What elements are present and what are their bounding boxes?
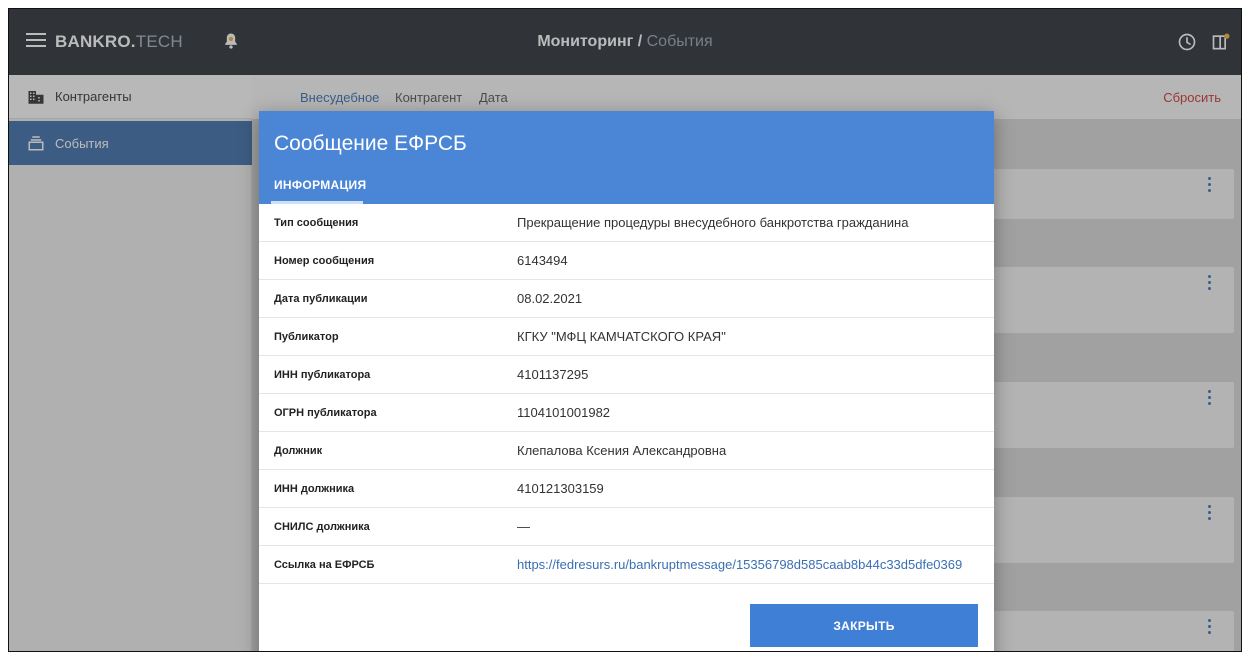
info-key: СНИЛС должника xyxy=(274,520,370,533)
info-row: СНИЛС должника — xyxy=(259,508,994,546)
tab-information[interactable]: ИНФОРМАЦИЯ xyxy=(274,178,366,192)
info-row: ИНН публикатора 4101137295 xyxy=(259,356,994,394)
dialog-header: Сообщение ЕФРСБ ИНФОРМАЦИЯ xyxy=(259,111,994,204)
info-key: ОГРН публикатора xyxy=(274,406,377,419)
info-key: Тип сообщения xyxy=(274,216,359,229)
dialog-title: Сообщение ЕФРСБ xyxy=(274,132,467,155)
info-value: КГКУ "МФЦ КАМЧАТСКОГО КРАЯ" xyxy=(517,329,726,344)
info-key: Ссылка на ЕФРСБ xyxy=(274,558,375,571)
app-window: BANKRO.TECH Мониторинг / События Контраг… xyxy=(8,8,1242,652)
info-row: Должник Клепалова Ксения Александровна xyxy=(259,432,994,470)
info-row: ОГРН публикатора 1104101001982 xyxy=(259,394,994,432)
info-value: 1104101001982 xyxy=(517,405,611,420)
info-table: Тип сообщения Прекращение процедуры внес… xyxy=(259,204,994,584)
info-key: Номер сообщения xyxy=(274,254,375,267)
info-value: — xyxy=(517,519,530,534)
info-row: ИНН должника 410121303159 xyxy=(259,470,994,508)
info-key: Публикатор xyxy=(274,330,339,343)
efrsb-message-dialog: Сообщение ЕФРСБ ИНФОРМАЦИЯ Тип сообщения… xyxy=(259,111,994,651)
info-key: Должник xyxy=(274,444,323,457)
info-value: Прекращение процедуры внесудебного банкр… xyxy=(517,215,909,230)
info-row: Дата публикации 08.02.2021 xyxy=(259,280,994,318)
info-row: Тип сообщения Прекращение процедуры внес… xyxy=(259,204,994,242)
info-row: Номер сообщения 6143494 xyxy=(259,242,994,280)
info-value: 410121303159 xyxy=(517,481,604,496)
info-value: Клепалова Ксения Александровна xyxy=(517,443,727,458)
efrsb-link[interactable]: https://fedresurs.ru/bankruptmessage/153… xyxy=(517,557,994,572)
close-button[interactable]: ЗАКРЫТЬ xyxy=(750,604,978,647)
info-value: 6143494 xyxy=(517,253,568,268)
info-key: ИНН должника xyxy=(274,482,355,495)
info-value: 08.02.2021 xyxy=(517,291,583,306)
info-row: Публикатор КГКУ "МФЦ КАМЧАТСКОГО КРАЯ" xyxy=(259,318,994,356)
info-key: Дата публикации xyxy=(274,292,368,305)
info-key: ИНН публикатора xyxy=(274,368,371,381)
info-row: Ссылка на ЕФРСБ https://fedresurs.ru/ban… xyxy=(259,546,994,584)
info-value: 4101137295 xyxy=(517,367,589,382)
